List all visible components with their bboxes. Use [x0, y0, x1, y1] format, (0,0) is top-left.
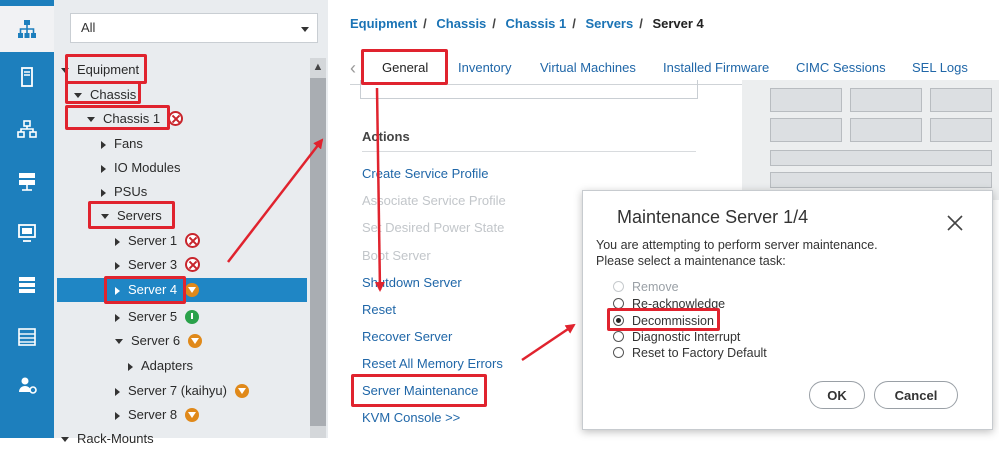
- scroll-up-icon[interactable]: ▲: [310, 58, 326, 76]
- user-settings-icon[interactable]: [0, 362, 54, 408]
- breadcrumb-chassis[interactable]: Chassis: [436, 16, 486, 31]
- expand-toggle-icon[interactable]: [115, 339, 123, 345]
- chassis-icon[interactable]: [0, 262, 54, 308]
- radio-icon[interactable]: [613, 331, 624, 343]
- expand-toggle-icon[interactable]: [115, 237, 120, 246]
- tree-node-psus[interactable]: PSUs: [101, 181, 147, 203]
- tree-node-io-modules[interactable]: IO Modules: [101, 157, 180, 179]
- chevron-down-icon: [301, 27, 309, 32]
- expand-toggle-icon[interactable]: [101, 164, 106, 173]
- tree-node-adapters[interactable]: Adapters: [128, 355, 193, 377]
- lan-icon[interactable]: [0, 106, 54, 152]
- arrow-to-dialog: [521, 323, 576, 362]
- vm-icon[interactable]: [0, 210, 54, 256]
- breadcrumb: Equipment / Chassis / Chassis 1/ Servers / …: [350, 16, 704, 31]
- major-fault-icon: [185, 282, 200, 297]
- server-icon[interactable]: [0, 54, 54, 100]
- radio-icon: [613, 281, 624, 293]
- major-fault-icon: [234, 383, 249, 398]
- expand-toggle-icon[interactable]: [101, 188, 106, 197]
- critical-fault-icon: [168, 111, 184, 127]
- highlight-server-4: [104, 276, 186, 304]
- highlight-chassis: [65, 81, 141, 104]
- action-reset-all-memory-errors[interactable]: Reset All Memory Errors: [362, 356, 503, 371]
- highlight-servers: [88, 201, 175, 229]
- breadcrumb-current: Server 4: [652, 16, 704, 31]
- tree-scrollbar-thumb[interactable]: [310, 78, 326, 426]
- dialog-title: Maintenance Server 1/4: [617, 207, 809, 227]
- breadcrumb-servers[interactable]: Servers: [586, 16, 634, 31]
- action-reset[interactable]: Reset: [362, 302, 396, 317]
- expand-toggle-icon[interactable]: [115, 261, 120, 270]
- radio-icon[interactable]: [613, 347, 624, 359]
- divider: [362, 151, 696, 152]
- tree-node-rack-mounts[interactable]: Rack-Mounts: [61, 428, 154, 450]
- major-fault-icon: [188, 333, 203, 348]
- close-icon[interactable]: [946, 214, 964, 232]
- filter-value: All: [81, 20, 96, 35]
- highlight-general-tab: [361, 49, 448, 85]
- expand-toggle-icon[interactable]: [101, 140, 106, 149]
- breadcrumb-equipment[interactable]: Equipment: [350, 16, 417, 31]
- tree-node-fans[interactable]: Fans: [101, 133, 143, 155]
- tab-scroll-left-icon[interactable]: ‹: [350, 58, 356, 79]
- critical-fault-icon: [185, 257, 201, 273]
- critical-fault-icon: [185, 233, 201, 249]
- cancel-button[interactable]: Cancel: [874, 381, 958, 409]
- tree-node-server-7[interactable]: Server 7 (kaihyu): [115, 380, 249, 402]
- storage-icon[interactable]: [0, 158, 54, 204]
- server-image: [742, 80, 999, 200]
- action-set-desired-power-state: Set Desired Power State: [362, 220, 505, 235]
- action-recover-server[interactable]: Recover Server: [362, 329, 452, 344]
- info-status-icon: [185, 309, 200, 324]
- action-kvm-console[interactable]: KVM Console >>: [362, 410, 460, 425]
- filter-select[interactable]: All: [70, 13, 318, 43]
- expand-toggle-icon[interactable]: [115, 411, 120, 420]
- highlight-server-maintenance: [351, 374, 487, 407]
- expand-toggle-icon[interactable]: [115, 313, 120, 322]
- tree-node-server-5[interactable]: Server 5: [115, 306, 200, 328]
- dialog-message-line-2: Please select a maintenance task:: [596, 254, 786, 268]
- highlight-equipment: [65, 54, 147, 84]
- option-reset-to-factory-default[interactable]: Reset to Factory Default: [613, 346, 767, 360]
- action-create-service-profile[interactable]: Create Service Profile: [362, 166, 488, 181]
- option-diagnostic-interrupt[interactable]: Diagnostic Interrupt: [613, 330, 740, 344]
- tree-node-server-6[interactable]: Server 6: [115, 330, 203, 352]
- action-associate-service-profile: Associate Service Profile: [362, 193, 506, 208]
- breadcrumb-chassis-1[interactable]: Chassis 1: [506, 16, 567, 31]
- expand-toggle-icon[interactable]: [128, 362, 133, 371]
- network-icon[interactable]: [0, 6, 54, 52]
- tree-node-server-1[interactable]: Server 1: [115, 230, 201, 252]
- tree-node-server-3[interactable]: Server 3: [115, 254, 201, 276]
- navigation-rail: [0, 0, 54, 438]
- action-boot-server: Boot Server: [362, 248, 431, 263]
- highlight-chassis-1: [65, 105, 170, 130]
- dialog-message-line-1: You are attempting to perform server mai…: [596, 238, 878, 252]
- highlight-decommission: [607, 308, 720, 331]
- tree-node-server-8[interactable]: Server 8: [115, 404, 200, 426]
- option-remove: Remove: [613, 280, 679, 294]
- expand-toggle-icon[interactable]: [115, 387, 120, 396]
- admin-icon[interactable]: [0, 314, 54, 360]
- actions-heading: Actions: [362, 129, 410, 144]
- major-fault-icon: [185, 407, 200, 422]
- ok-button[interactable]: OK: [809, 381, 865, 409]
- action-shutdown-server[interactable]: Shutdown Server: [362, 275, 462, 290]
